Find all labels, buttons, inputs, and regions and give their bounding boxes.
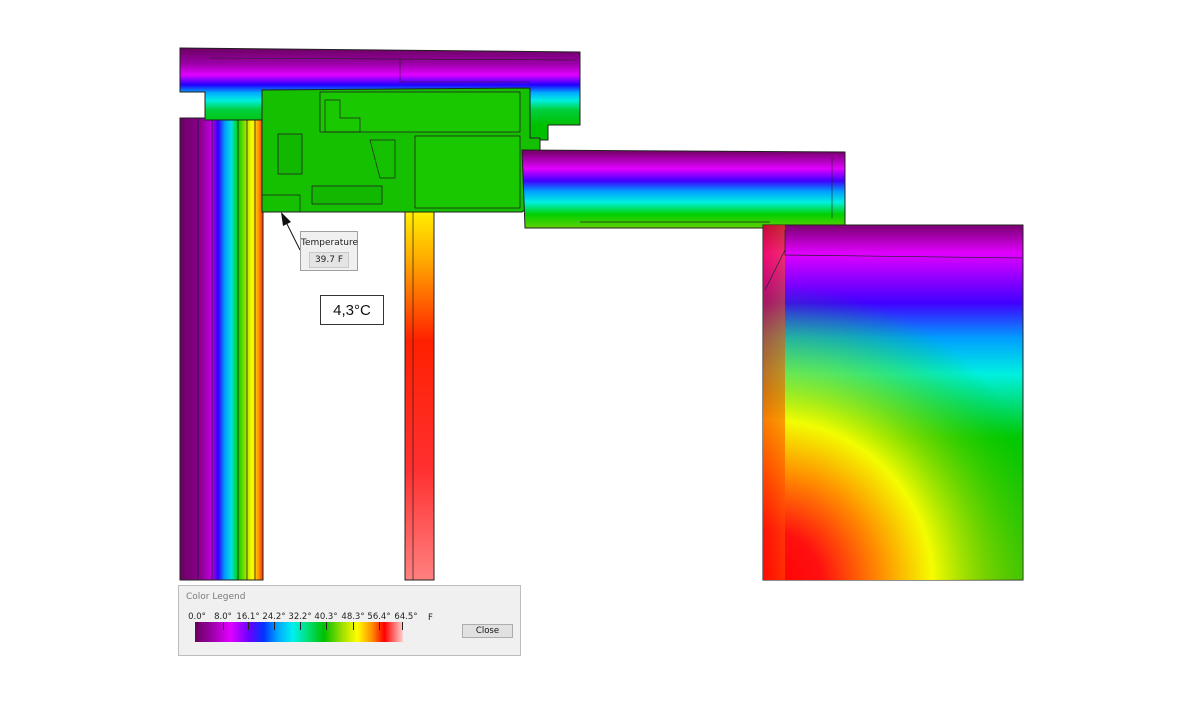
legend-mark [402, 622, 403, 630]
lintel-slab [521, 149, 846, 237]
outer-wall [179, 117, 264, 581]
legend-unit: F [428, 613, 433, 623]
legend-tick: 8.0° [214, 612, 232, 622]
legend-mark [223, 622, 224, 630]
legend-tick: 40.3° [314, 612, 338, 622]
legend-mark [274, 622, 275, 630]
legend-mark [300, 622, 301, 630]
legend-title: Color Legend [186, 592, 246, 602]
probe-title: Temperature [301, 238, 359, 248]
color-legend-panel: Color Legend 0.0° 8.0° 16.1° 24.2° 32.2°… [178, 585, 521, 656]
interior-column [404, 211, 435, 581]
legend-tick: 16.1° [236, 612, 260, 622]
legend-tick: 56.4° [367, 612, 391, 622]
legend-tick: 32.2° [288, 612, 312, 622]
room-block [762, 224, 1024, 581]
legend-tick: 0.0° [188, 612, 206, 622]
probe-value: 39.7 F [309, 252, 349, 268]
legend-mark [326, 622, 327, 630]
legend-tick: 48.3° [341, 612, 365, 622]
legend-mark [353, 622, 354, 630]
legend-tick: 24.2° [262, 612, 286, 622]
legend-tick-marks [195, 622, 403, 630]
temperature-probe-tooltip: Temperature 39.7 F [300, 231, 358, 271]
legend-mark [197, 622, 198, 630]
legend-tick: 64.5° [394, 612, 418, 622]
probe-pointer [281, 212, 301, 251]
celsius-annotation: 4,3°C [320, 295, 384, 325]
legend-mark [379, 622, 380, 630]
legend-mark [248, 622, 249, 630]
close-button[interactable]: Close [462, 624, 513, 638]
window-frame-profile [261, 87, 541, 213]
